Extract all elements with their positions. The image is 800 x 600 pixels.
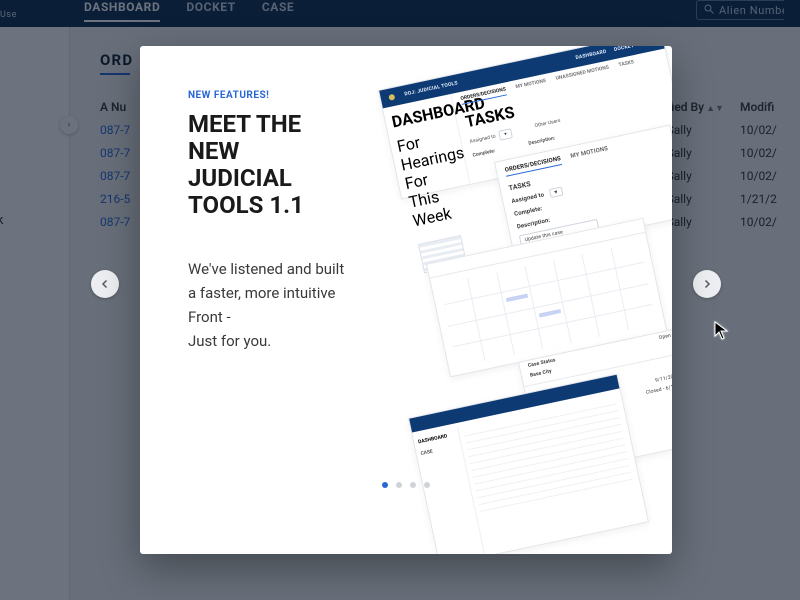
mock-pill: ▾ [498, 128, 512, 140]
mock-sidebar: DASHBOARD For Hearings For This Week [383, 94, 471, 199]
modal-body: NEW FEATURES! MEET THE NEW JUDICIAL TOOL… [140, 46, 672, 554]
mock-label: Complete: [472, 148, 496, 159]
modal-copy-column: NEW FEATURES! MEET THE NEW JUDICIAL TOOL… [140, 46, 342, 554]
modal-eyebrow: NEW FEATURES! [188, 90, 342, 101]
carousel-dots [382, 482, 430, 488]
mock-label: Assigned to [511, 191, 545, 205]
mock-sidebar-title: DASHBOARD [418, 432, 455, 446]
modal-body-line: a faster, more intuitive [188, 281, 368, 305]
carousel-dot[interactable] [424, 482, 430, 488]
mock-nav-item: DASHBOARD [575, 49, 607, 61]
chevron-right-icon [701, 275, 713, 294]
mock-tab: TASKS [618, 59, 635, 71]
modal-body-copy: We've listened and built a faster, more … [188, 257, 368, 353]
mouse-cursor-icon [714, 321, 730, 341]
modal-headline-line: MEET THE [188, 111, 342, 138]
seal-icon [388, 94, 395, 101]
modal-headline: MEET THE NEW JUDICIAL TOOLS 1.1 [188, 111, 342, 219]
mock-label: Complete: [514, 205, 543, 218]
mock-sidebar-sub: For Hearings For This Week [395, 126, 471, 231]
mock-label: Description: [528, 135, 556, 147]
modal-body-line: Front - [188, 305, 368, 329]
carousel-dot[interactable] [396, 482, 402, 488]
mock-label: Other Users [534, 118, 562, 133]
chevron-left-icon [99, 275, 111, 294]
mock-list-table [463, 397, 641, 549]
modal-headline-line: JUDICIAL [188, 165, 342, 192]
modal-body-line: Just for you. [188, 329, 368, 353]
carousel-dot[interactable] [382, 482, 388, 488]
modal-art-column: DOJ: JUDICIAL TOOLS DASHBOARD DOCKET CAS… [342, 46, 672, 554]
mock-label: Description: [516, 217, 550, 231]
mock-nav-item: DOCKET [614, 46, 635, 53]
mock-kv-key: Base City [530, 368, 553, 378]
mock-tab: ORDERS/DECISIONS [504, 155, 562, 177]
modal-body-line: We've listened and built [188, 257, 368, 281]
carousel-next-button[interactable] [693, 270, 721, 298]
modal-headline-line: NEW [188, 138, 342, 165]
mock-label: Assigned to [469, 134, 496, 145]
whats-new-modal: NEW FEATURES! MEET THE NEW JUDICIAL TOOL… [140, 46, 672, 554]
carousel-prev-button[interactable] [91, 270, 119, 298]
mock-pill: ▾ [549, 187, 564, 199]
mock-tab: MY MOTIONS [570, 145, 609, 163]
mock-card-list: DASHBOARD CASE [408, 374, 649, 554]
mock-tab: MY MOTIONS [515, 78, 547, 93]
modal-headline-line: TOOLS 1.1 [188, 192, 342, 219]
mock-sidebar-item: CASE [420, 444, 457, 458]
mock-nav-item: CASE [641, 46, 655, 47]
carousel-dot[interactable] [410, 482, 416, 488]
